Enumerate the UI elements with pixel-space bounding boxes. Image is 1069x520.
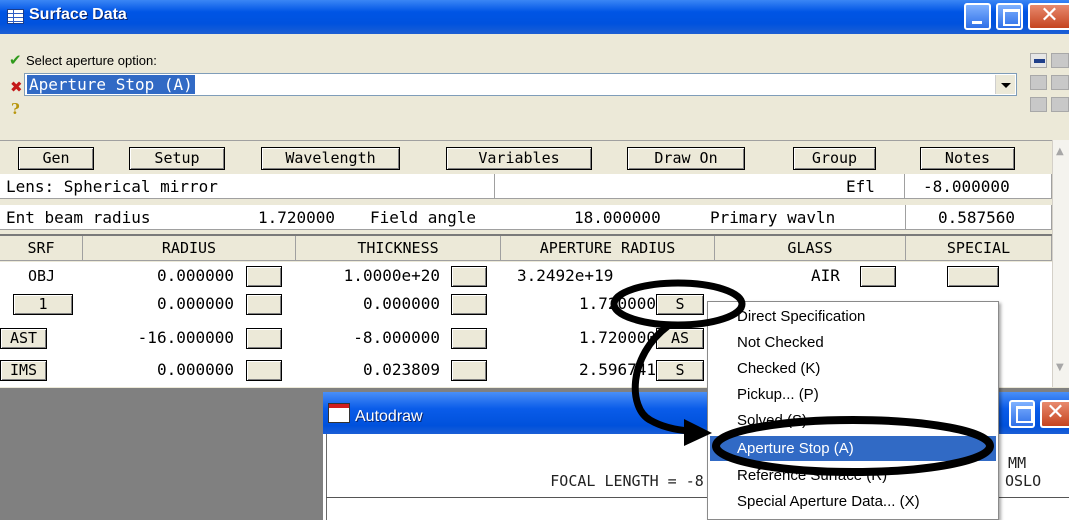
annotation-arrow [631, 322, 694, 435]
annotation-ellipse-s-button [610, 279, 746, 329]
annotation-arrow-head [684, 419, 712, 446]
annotation-ellipse-aperture-stop [712, 416, 994, 476]
annotation-overlay [610, 279, 994, 476]
